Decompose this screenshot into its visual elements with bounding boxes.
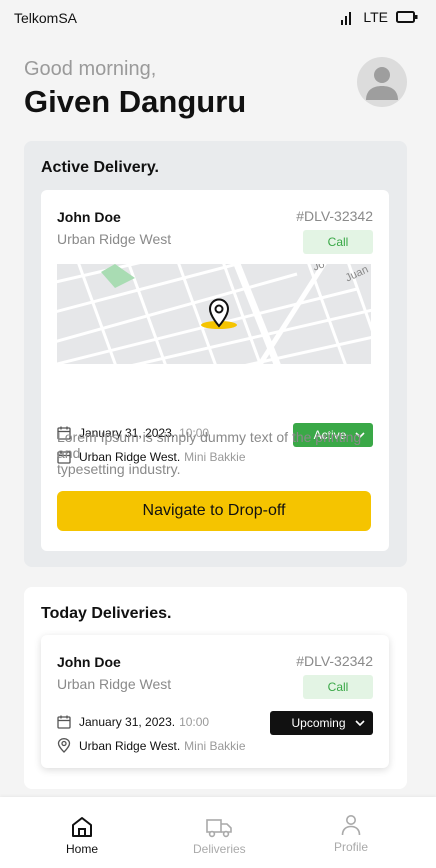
battery-icon xyxy=(396,11,418,23)
nav-label: Deliveries xyxy=(193,842,246,856)
delivery-id: #DLV-32342 xyxy=(296,208,373,224)
carrier-name: TelkomSA xyxy=(14,10,78,26)
today-deliveries-title: Today Deliveries. xyxy=(41,605,172,622)
avatar-person-icon xyxy=(366,67,398,100)
greeting-text: Good morning, xyxy=(24,58,157,80)
delivery-map[interactable]: Jo Juan xyxy=(57,264,371,364)
customer-name: John Doe xyxy=(57,654,121,670)
description-line: Lorem Ipsum is simply dummy text of the … xyxy=(57,429,362,461)
bottom-nav: Home Deliveries Profile xyxy=(0,797,436,868)
active-delivery-card[interactable]: John Doe Urban Ridge West #DLV-32342 Cal… xyxy=(41,190,389,551)
nav-item-home[interactable]: Home xyxy=(66,815,98,856)
description-line: typesetting industry. xyxy=(57,461,181,477)
nav-item-deliveries[interactable]: Deliveries xyxy=(193,815,246,856)
nav-label: Home xyxy=(66,842,99,856)
vehicle-type: Mini Bakkie xyxy=(184,738,246,753)
truck-icon xyxy=(206,819,233,838)
active-delivery-section: Active Delivery. John Doe Urban Ridge We… xyxy=(24,141,407,567)
delivery-description: Lorem Ipsum is simply dummy text of the … xyxy=(57,429,371,477)
home-icon xyxy=(72,817,92,837)
delivery-date: January 31, 2023. xyxy=(79,715,176,729)
today-deliveries-section: Today Deliveries. John Doe Urban Ridge W… xyxy=(24,587,407,789)
person-icon xyxy=(341,815,361,836)
navigate-button[interactable]: Navigate to Drop-off xyxy=(57,491,371,531)
call-button[interactable]: Call xyxy=(303,675,373,699)
call-button[interactable]: Call xyxy=(303,230,373,254)
customer-area: Urban Ridge West xyxy=(57,231,172,247)
delivery-time: 10:00 xyxy=(179,715,210,729)
customer-area: Urban Ridge West xyxy=(57,676,172,692)
status-indicators: LTE xyxy=(341,9,418,25)
delivery-location-row: Urban Ridge West. Mini Bakkie xyxy=(57,738,246,753)
status-bar: TelkomSA LTE xyxy=(0,0,436,36)
network-type: LTE xyxy=(363,9,388,25)
nav-label: Profile xyxy=(334,840,369,854)
location-pin-icon xyxy=(201,298,237,329)
delivery-id: #DLV-32342 xyxy=(296,653,373,669)
active-delivery-title: Active Delivery. xyxy=(41,159,159,176)
nav-item-profile[interactable]: Profile xyxy=(334,813,368,854)
signal-icon xyxy=(341,12,352,25)
customer-name: John Doe xyxy=(57,209,121,225)
calendar-icon xyxy=(57,715,71,729)
location-pin-icon xyxy=(57,738,71,753)
status-label: Upcoming xyxy=(291,716,346,730)
avatar[interactable] xyxy=(357,57,407,107)
delivery-location: Urban Ridge West. xyxy=(79,738,181,753)
delivery-card[interactable]: John Doe Urban Ridge West #DLV-32342 Cal… xyxy=(41,635,389,768)
status-dropdown[interactable]: Upcoming xyxy=(270,711,373,735)
chevron-down-icon xyxy=(355,720,365,726)
delivery-date-row: January 31, 2023. 10:00 xyxy=(57,715,209,729)
user-name: Given Danguru xyxy=(24,84,247,119)
